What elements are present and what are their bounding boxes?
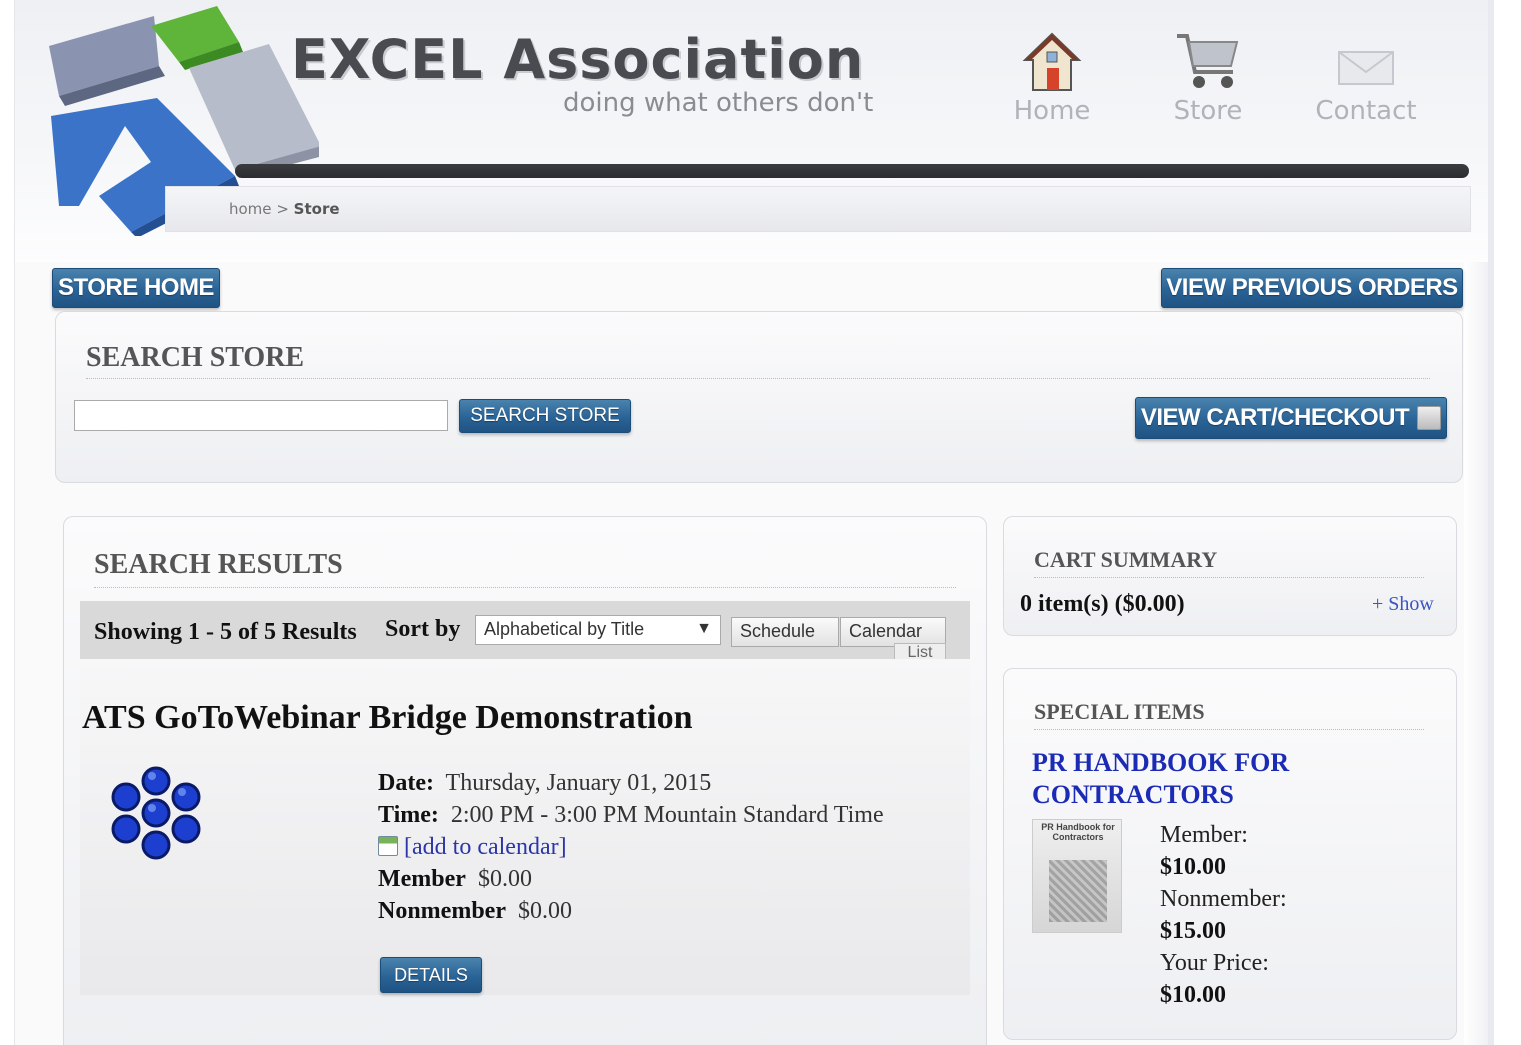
add-to-calendar-row[interactable]: [add to calendar] bbox=[378, 831, 884, 863]
special-items-heading: SPECIAL ITEMS bbox=[1034, 699, 1424, 730]
special-member-label: Member: bbox=[1160, 822, 1248, 848]
breadcrumb-separator: > bbox=[276, 200, 289, 218]
nav-store-label: Store bbox=[1173, 96, 1243, 126]
search-input[interactable] bbox=[74, 400, 448, 431]
product-details: Date: Thursday, January 01, 2015 Time: 2… bbox=[378, 767, 884, 927]
search-panel: SEARCH STORE SEARCH STORE VIEW CART/CHEC… bbox=[55, 311, 1463, 483]
nav-contact-label: Contact bbox=[1315, 96, 1417, 126]
view-cart-checkout-label: VIEW CART/CHECKOUT bbox=[1140, 404, 1410, 431]
date-row: Date: Thursday, January 01, 2015 bbox=[378, 767, 884, 799]
cart-icon bbox=[1177, 34, 1239, 88]
special-nonmember-label: Nonmember: bbox=[1160, 886, 1287, 912]
search-store-heading: SEARCH STORE bbox=[86, 342, 1430, 379]
nav-home[interactable]: Home bbox=[997, 30, 1107, 126]
special-item-cover[interactable]: PR Handbook for Contractors bbox=[1032, 819, 1122, 933]
details-button[interactable]: DETAILS bbox=[380, 957, 482, 993]
store-home-button[interactable]: STORE HOME bbox=[52, 268, 220, 308]
cart-summary-panel: CART SUMMARY 0 item(s) ($0.00) + Show bbox=[1003, 516, 1457, 636]
time-value: 2:00 PM - 3:00 PM Mountain Standard Time bbox=[450, 802, 884, 828]
brand-title: EXCEL Association bbox=[291, 28, 865, 91]
cart-show-link[interactable]: + Show bbox=[1372, 593, 1434, 616]
header-bar bbox=[235, 164, 1469, 178]
time-row: Time: 2:00 PM - 3:00 PM Mountain Standar… bbox=[378, 799, 884, 831]
breadcrumb-strip bbox=[165, 186, 1471, 232]
nav-store[interactable]: Store bbox=[1153, 30, 1263, 126]
breadcrumb-home[interactable]: home bbox=[229, 200, 272, 218]
special-your-price-label: Your Price: bbox=[1160, 950, 1269, 976]
view-cart-checkout-button[interactable]: VIEW CART/CHECKOUT bbox=[1135, 397, 1447, 439]
page: EXCEL Association doing what others don'… bbox=[14, 0, 1494, 1045]
envelope-icon bbox=[1338, 51, 1394, 85]
checkout-icon bbox=[1417, 406, 1442, 430]
cart-count: 0 item(s) ($0.00) bbox=[1020, 591, 1185, 617]
cover-image bbox=[1049, 860, 1107, 922]
home-icon bbox=[1022, 32, 1082, 91]
member-label: Member bbox=[378, 866, 466, 892]
date-label: Date: bbox=[378, 770, 434, 796]
sort-select[interactable]: Alphabetical by Title ▼ bbox=[475, 615, 721, 645]
schedule-view-button[interactable]: Schedule bbox=[731, 617, 839, 647]
cart-summary-heading: CART SUMMARY bbox=[1034, 547, 1424, 578]
sort-selected-value: Alphabetical by Title bbox=[484, 619, 645, 639]
search-results-heading: SEARCH RESULTS bbox=[94, 549, 956, 588]
search-store-button[interactable]: SEARCH STORE bbox=[459, 399, 631, 433]
product-title[interactable]: ATS GoToWebinar Bridge Demonstration bbox=[82, 699, 693, 737]
special-member-price: $10.00 bbox=[1160, 854, 1226, 880]
special-your-price: $10.00 bbox=[1160, 982, 1226, 1008]
nav-contact[interactable]: Contact bbox=[1311, 30, 1421, 126]
member-price: $0.00 bbox=[477, 866, 532, 892]
time-label: Time: bbox=[378, 802, 439, 828]
chevron-down-icon: ▼ bbox=[696, 620, 712, 637]
breadcrumb: home > Store bbox=[229, 200, 340, 218]
nonmember-label: Nonmember bbox=[378, 898, 506, 924]
special-item-prices: Member: $10.00 Nonmember: $15.00 Your Pr… bbox=[1160, 819, 1287, 1011]
special-item-name[interactable]: PR HANDBOOK FOR CONTRACTORS bbox=[1032, 747, 1332, 811]
webinar-icon bbox=[111, 766, 201, 860]
header: EXCEL Association doing what others don'… bbox=[15, 0, 1488, 262]
special-item-cover-text: PR Handbook for Contractors bbox=[1041, 822, 1115, 842]
add-to-calendar-link[interactable]: [add to calendar] bbox=[404, 834, 567, 860]
nonmember-price: $0.00 bbox=[517, 898, 572, 924]
special-nonmember-price: $15.00 bbox=[1160, 918, 1226, 944]
special-items-panel: SPECIAL ITEMS PR HANDBOOK FOR CONTRACTOR… bbox=[1003, 668, 1457, 1040]
results-toolbar: Showing 1 - 5 of 5 Results Sort by Alpha… bbox=[80, 601, 970, 665]
results-count: Showing 1 - 5 of 5 Results bbox=[94, 619, 357, 645]
view-previous-orders-button[interactable]: VIEW PREVIOUS ORDERS bbox=[1161, 268, 1463, 308]
breadcrumb-current: Store bbox=[293, 200, 340, 218]
brand-tagline: doing what others don't bbox=[563, 88, 874, 118]
results-panel: SEARCH RESULTS Showing 1 - 5 of 5 Result… bbox=[63, 516, 987, 1045]
nav-home-label: Home bbox=[1013, 96, 1091, 126]
date-value: Thursday, January 01, 2015 bbox=[445, 770, 712, 796]
calendar-icon bbox=[378, 836, 398, 856]
nonmember-price-row: Nonmember $0.00 bbox=[378, 895, 884, 927]
member-price-row: Member $0.00 bbox=[378, 863, 884, 895]
sort-label: Sort by bbox=[385, 616, 461, 642]
